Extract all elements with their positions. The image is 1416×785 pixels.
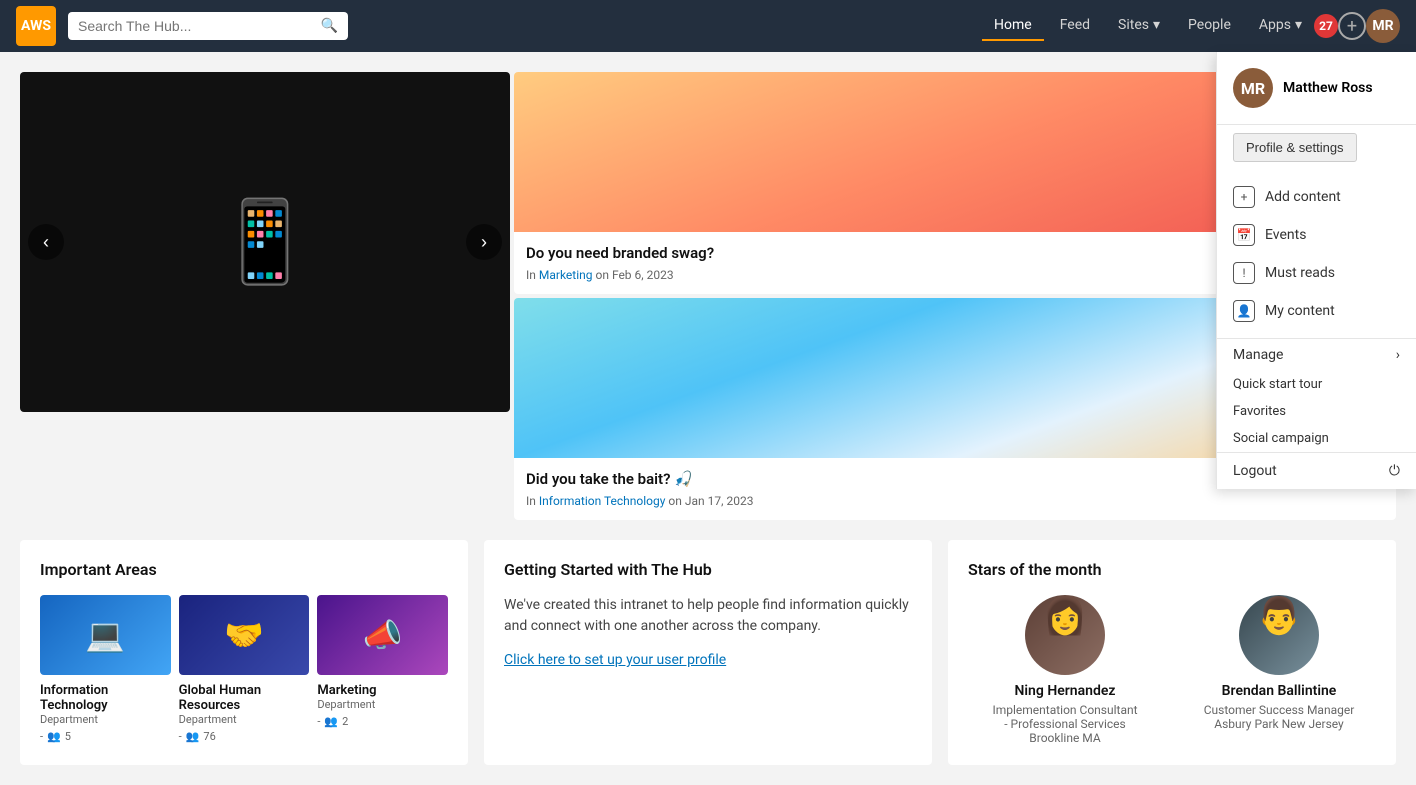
- search-icon: 🔍: [321, 18, 338, 34]
- dropdown-actions-section: + Add content 📅 Events ! Must reads 👤 My…: [1217, 170, 1416, 339]
- nav-people[interactable]: People: [1176, 11, 1243, 41]
- dropdown-manage[interactable]: Manage ›: [1217, 339, 1416, 371]
- area-name-mkt: Marketing: [317, 683, 448, 698]
- events-icon: 📅: [1233, 224, 1255, 246]
- add-content-icon: +: [1233, 186, 1255, 208]
- star-location-1: Brookline MA: [968, 731, 1162, 745]
- important-areas-title: Important Areas: [40, 560, 448, 579]
- star-subrole-1: - Professional Services: [968, 717, 1162, 731]
- dropdown-quick-start[interactable]: Quick start tour: [1217, 371, 1416, 398]
- setup-profile-link[interactable]: Click here to set up your user profile: [504, 652, 726, 668]
- area-item-it[interactable]: 💻 Information Technology Department -👥 5: [40, 595, 171, 743]
- main-content: 📱 The Hub's Social Media Policy In Commu…: [0, 52, 1416, 785]
- dropdown-user-section: MR Matthew Ross: [1217, 52, 1416, 125]
- dropdown-user-name: Matthew Ross: [1283, 80, 1373, 96]
- my-content-icon: 👤: [1233, 300, 1255, 322]
- dropdown-manage-label: Manage: [1233, 347, 1283, 363]
- logout-icon: ⏻: [1389, 463, 1400, 479]
- area-stats-mkt: -👥 2: [317, 715, 448, 728]
- area-image-it: 💻: [40, 595, 171, 675]
- nav-sites[interactable]: Sites ▾: [1106, 11, 1172, 41]
- dropdown-events-label: Events: [1265, 227, 1306, 243]
- user-avatar-button[interactable]: MR: [1366, 9, 1400, 43]
- aws-logo[interactable]: AWS: [16, 6, 56, 46]
- star-name-1: Ning Hernandez: [968, 683, 1162, 699]
- area-name-hr: Global Human Resources: [179, 683, 310, 713]
- nav-apps[interactable]: Apps ▾: [1247, 11, 1314, 41]
- stars-title: Stars of the month: [968, 560, 1376, 579]
- logout-label: Logout: [1233, 463, 1277, 479]
- search-input[interactable]: [78, 18, 313, 34]
- carousel-main-item: 📱 The Hub's Social Media Policy In Commu…: [20, 72, 510, 412]
- area-type-hr: Department: [179, 713, 310, 726]
- star-avatar-1: 👩: [1025, 595, 1105, 675]
- star-role-1: Implementation Consultant: [968, 703, 1162, 717]
- carousel-side-category-2[interactable]: Information Technology: [539, 494, 666, 508]
- getting-started-title: Getting Started with The Hub: [504, 560, 912, 579]
- dropdown-events[interactable]: 📅 Events: [1217, 216, 1416, 254]
- profile-settings-button[interactable]: Profile & settings: [1233, 133, 1357, 162]
- carousel-next-button[interactable]: ›: [466, 224, 502, 260]
- star-name-2: Brendan Ballintine: [1182, 683, 1376, 699]
- area-name-it: Information Technology: [40, 683, 171, 713]
- area-item-mkt[interactable]: 📣 Marketing Department -👥 2: [317, 595, 448, 743]
- dropdown-social-campaign[interactable]: Social campaign: [1217, 425, 1416, 452]
- star-avatar-2: 👨: [1239, 595, 1319, 675]
- area-type-mkt: Department: [317, 698, 448, 711]
- area-stats-hr: -👥 76: [179, 730, 310, 743]
- nav-links: Home Feed Sites ▾ People Apps ▾: [982, 11, 1314, 41]
- areas-grid: 💻 Information Technology Department -👥 5…: [40, 595, 448, 743]
- dropdown-add-content-label: Add content: [1265, 189, 1341, 205]
- getting-started-description: We've created this intranet to help peop…: [504, 595, 912, 637]
- dropdown-must-reads-label: Must reads: [1265, 265, 1335, 281]
- area-stats-it: -👥 5: [40, 730, 171, 743]
- dropdown-favorites[interactable]: Favorites: [1217, 398, 1416, 425]
- carousel-main-image: 📱: [20, 72, 510, 412]
- navbar: AWS 🔍 Home Feed Sites ▾ People Apps ▾ 27…: [0, 0, 1416, 52]
- getting-started-card: Getting Started with The Hub We've creat…: [484, 540, 932, 765]
- dropdown-add-content[interactable]: + Add content: [1217, 178, 1416, 216]
- add-content-button[interactable]: +: [1338, 12, 1366, 40]
- dropdown-my-content-label: My content: [1265, 303, 1335, 319]
- dropdown-my-content[interactable]: 👤 My content: [1217, 292, 1416, 330]
- star-item-1: 👩 Ning Hernandez Implementation Consulta…: [968, 595, 1162, 745]
- area-image-hr: 🤝: [179, 595, 310, 675]
- user-dropdown-menu: MR Matthew Ross Profile & settings + Add…: [1216, 52, 1416, 489]
- area-item-hr[interactable]: 🤝 Global Human Resources Department -👥 7…: [179, 595, 310, 743]
- dropdown-avatar: MR: [1233, 68, 1273, 108]
- carousel-side-meta-2: In Information Technology on Jan 17, 202…: [526, 494, 1384, 508]
- star-role-2: Customer Success Manager: [1182, 703, 1376, 717]
- nav-feed[interactable]: Feed: [1048, 11, 1102, 41]
- apps-chevron-icon: ▾: [1295, 17, 1302, 33]
- stars-grid: 👩 Ning Hernandez Implementation Consulta…: [968, 595, 1376, 745]
- sites-chevron-icon: ▾: [1153, 17, 1160, 33]
- star-location-2: Asbury Park New Jersey: [1182, 717, 1376, 731]
- dropdown-must-reads[interactable]: ! Must reads: [1217, 254, 1416, 292]
- star-item-2: 👨 Brendan Ballintine Customer Success Ma…: [1182, 595, 1376, 745]
- dropdown-logout[interactable]: Logout ⏻: [1217, 452, 1416, 489]
- manage-chevron-icon: ›: [1396, 347, 1400, 363]
- carousel-prev-button[interactable]: ‹: [28, 224, 64, 260]
- area-type-it: Department: [40, 713, 171, 726]
- notification-badge[interactable]: 27: [1314, 14, 1338, 38]
- important-areas-card: Important Areas 💻 Information Technology…: [20, 540, 468, 765]
- must-reads-icon: !: [1233, 262, 1255, 284]
- carousel-section: 📱 The Hub's Social Media Policy In Commu…: [20, 72, 1396, 520]
- bottom-grid: Important Areas 💻 Information Technology…: [20, 540, 1396, 765]
- search-bar: 🔍: [68, 12, 348, 40]
- nav-home[interactable]: Home: [982, 11, 1044, 41]
- area-image-mkt: 📣: [317, 595, 448, 675]
- stars-card: Stars of the month 👩 Ning Hernandez Impl…: [948, 540, 1396, 765]
- carousel-side-category-1[interactable]: Marketing: [539, 268, 593, 282]
